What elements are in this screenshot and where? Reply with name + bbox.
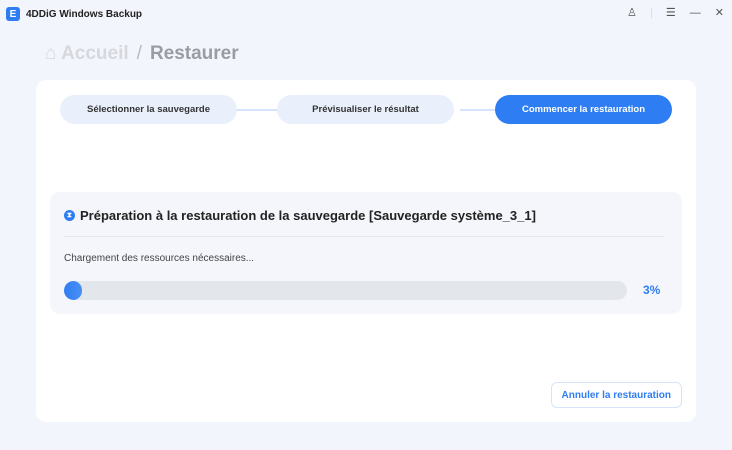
progress-fill bbox=[64, 281, 83, 300]
step-select-backup: Sélectionner la sauvegarde bbox=[60, 95, 237, 124]
hourglass-icon: ⧗ bbox=[64, 210, 75, 221]
title-bar: E 4DDiG Windows Backup ♙ ☰ — ✕ bbox=[0, 0, 732, 28]
breadcrumb-separator: / bbox=[136, 43, 142, 64]
home-icon: ⌂ bbox=[45, 43, 57, 64]
close-icon[interactable]: ✕ bbox=[715, 6, 724, 19]
progress-status: Chargement des ressources nécessaires... bbox=[64, 253, 255, 264]
breadcrumb-home-label: Accueil bbox=[61, 43, 129, 64]
step-start-restore: Commencer la restauration bbox=[495, 95, 672, 124]
cancel-restore-button[interactable]: Annuler la restauration bbox=[550, 382, 682, 408]
step-preview: Prévisualiser le résultat bbox=[277, 95, 454, 124]
user-icon[interactable]: ♙ bbox=[627, 6, 637, 19]
breadcrumb: ⌂ Accueil / Restaurer bbox=[45, 43, 239, 65]
progress-percent: 3% bbox=[643, 283, 661, 297]
menu-icon[interactable]: ☰ bbox=[666, 6, 676, 19]
progress-title: Préparation à la restauration de la sauv… bbox=[80, 208, 536, 223]
progress-bar bbox=[64, 281, 627, 300]
minimize-icon[interactable]: — bbox=[690, 7, 701, 19]
divider bbox=[64, 236, 664, 237]
stepper: Sélectionner la sauvegarde Prévisualiser… bbox=[60, 95, 672, 125]
page-title: Restaurer bbox=[149, 43, 239, 64]
main-card: Sélectionner la sauvegarde Prévisualiser… bbox=[36, 80, 696, 422]
app-title: 4DDiG Windows Backup bbox=[26, 8, 143, 20]
breadcrumb-home[interactable]: ⌂ Accueil bbox=[45, 43, 129, 65]
app-logo-icon: E bbox=[6, 7, 20, 21]
progress-panel: ⧗ Préparation à la restauration de la sau… bbox=[50, 192, 682, 314]
divider bbox=[650, 7, 652, 18]
